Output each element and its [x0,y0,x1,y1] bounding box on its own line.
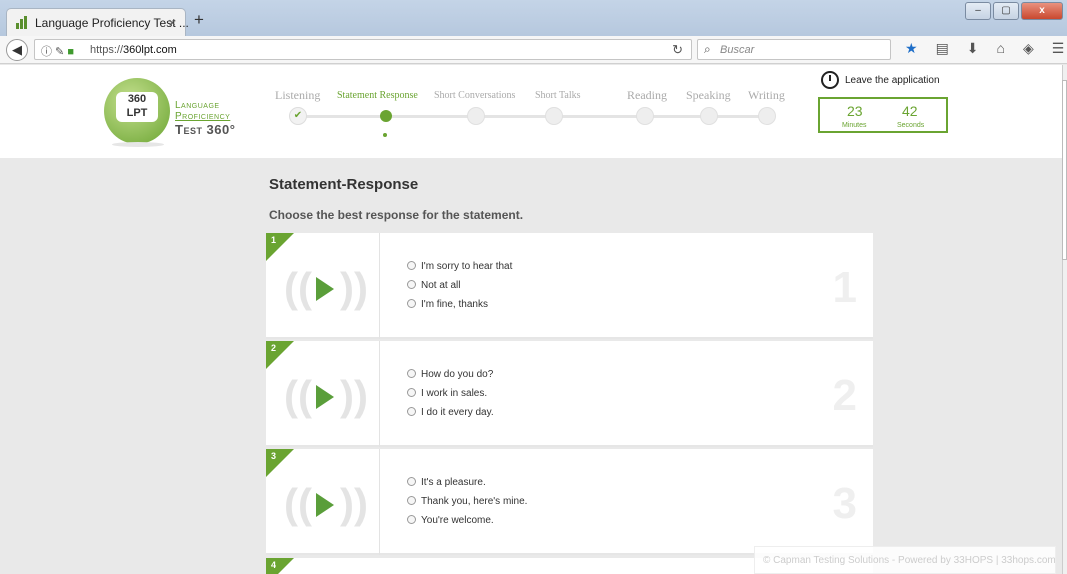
answer-option[interactable]: I'm sorry to hear that [407,261,512,272]
radio-button[interactable] [407,261,416,270]
timer-seconds: 42 [902,103,918,119]
leave-label: Leave the application [845,75,940,86]
play-icon [316,277,334,301]
reload-icon[interactable]: ↻ [672,42,683,58]
instruction-text: Choose the best response for the stateme… [269,208,524,222]
footer-credits: © Capman Testing Solutions - Powered by … [754,546,1056,574]
step-statement-response: Statement Response [337,90,418,101]
step-reading: Reading [627,88,667,102]
menu-icon[interactable]: ☰ [1052,40,1065,57]
step-dot [545,107,563,125]
question-watermark-number: 1 [832,263,857,312]
browser-tab[interactable]: Language Proficiency Test ... × [6,8,189,36]
window-controls: – ▢ x [965,2,1063,20]
lock-icon: ■ [67,46,74,58]
close-tab-icon[interactable]: × [168,15,176,30]
browser-toolbar: ★ ▤ ⬇ ⌂ ◈ ☰ [905,40,1064,57]
step-dot [700,107,718,125]
step-dot [636,107,654,125]
step-short-talks: Short Talks [535,90,581,101]
radio-button[interactable] [407,515,416,524]
step-writing: Writing [748,88,785,102]
countdown-timer: 23 Minutes 42 Seconds [818,97,948,133]
section-title: Statement-Response [269,176,419,193]
maximize-button[interactable]: ▢ [993,2,1019,20]
site-info-icon[interactable]: ⓘ ✎ ■ [41,43,74,59]
browser-nav-bar: ◀ ⓘ ✎ ■ https://360lpt.com ↻ ⌕ Buscar ★ … [0,36,1067,64]
logo-badge: 360 LPT [104,78,170,144]
reading-list-icon[interactable]: ▤ [936,40,949,57]
home-icon[interactable]: ⌂ [997,40,1005,57]
question-number: 2 [271,343,277,353]
question-number: 1 [271,235,277,245]
step-short-conversations: Short Conversations [434,90,516,101]
step-done-check-icon: ✔ [289,107,307,125]
minimize-button[interactable]: – [965,2,991,20]
step-listening: Listening [275,88,321,102]
new-tab-button[interactable]: + [194,10,204,30]
active-step-marker [383,133,387,137]
radio-button[interactable] [407,496,416,505]
step-dot [467,107,485,125]
radio-button[interactable] [407,477,416,486]
power-icon [821,71,839,89]
timer-minutes-label: Minutes [842,122,867,129]
address-bar[interactable]: ⓘ ✎ ■ https://360lpt.com ↻ [34,39,692,60]
page-scrollbar-thumb[interactable] [1062,80,1067,260]
question-number: 3 [271,451,277,461]
answer-option[interactable]: I do it every day. [407,407,494,418]
search-bar[interactable]: ⌕ Buscar [697,39,891,60]
answer-option[interactable]: You're welcome. [407,515,494,526]
answer-option[interactable]: Not at all [407,280,460,291]
question-card: 1 (( )) I'm sorry to hear that Not at al… [266,233,873,339]
logo-badge-text: 360 LPT [116,92,158,122]
tab-title: Language Proficiency Test ... [35,16,189,30]
logo-wordmark: Language Proficiency Test 360° [175,100,236,137]
pocket-icon[interactable]: ◈ [1023,40,1034,57]
question-watermark-number: 3 [832,479,857,528]
radio-button[interactable] [407,280,416,289]
bookmark-star-icon[interactable]: ★ [905,40,918,57]
play-audio-button[interactable]: (( )) [284,481,368,527]
radio-button[interactable] [407,407,416,416]
question-card: 3 (( )) It's a pleasure. Thank you, here… [266,449,873,555]
search-placeholder: Buscar [720,44,755,56]
radio-button[interactable] [407,388,416,397]
step-dot [758,107,776,125]
search-icon: ⌕ [704,42,711,56]
question-card: 2 (( )) How do you do? I work in sales. … [266,341,873,447]
download-icon[interactable]: ⬇ [967,40,979,57]
back-arrow-icon[interactable]: ◀ [6,39,28,61]
browser-tab-bar: Language Proficiency Test ... × + – ▢ x [0,0,1067,36]
progress-track [298,115,768,118]
url-text: https://360lpt.com [90,44,177,56]
answer-option[interactable]: Thank you, here's mine. [407,496,527,507]
radio-button[interactable] [407,299,416,308]
chart-favicon-icon [16,16,29,29]
question-number: 4 [271,560,277,570]
answer-option[interactable]: It's a pleasure. [407,477,486,488]
answer-option[interactable]: I'm fine, thanks [407,299,488,310]
answer-option[interactable]: I work in sales. [407,388,487,399]
play-icon [316,385,334,409]
play-icon [316,493,334,517]
timer-seconds-label: Seconds [897,122,925,129]
radio-button[interactable] [407,369,416,378]
logo-shadow [112,142,164,147]
step-speaking: Speaking [686,88,731,102]
answer-option[interactable]: How do you do? [407,369,493,380]
play-audio-button[interactable]: (( )) [284,373,368,419]
timer-minutes: 23 [847,103,863,119]
play-audio-button[interactable]: (( )) [284,265,368,311]
close-window-button[interactable]: x [1021,2,1063,20]
question-watermark-number: 2 [832,371,857,420]
step-dot-active [380,110,392,122]
